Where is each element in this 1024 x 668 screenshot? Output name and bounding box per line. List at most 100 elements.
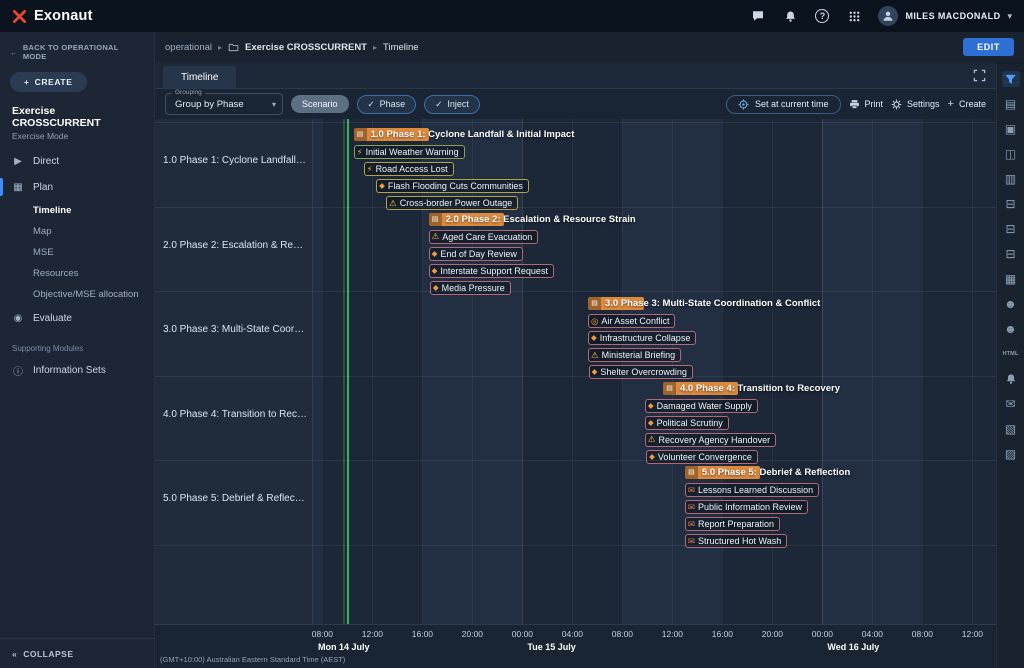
inject-chip[interactable]: ◆Political Scrutiny (645, 416, 729, 430)
set-at-current-time-button[interactable]: Set at current time (726, 95, 841, 114)
phase-bar[interactable]: ▤1.0 Phase 1: Cyclone Landfall & Initial… (354, 128, 429, 141)
row-label: 5.0 Phase 5: Debrief & Reflection (163, 493, 307, 504)
inject-chip[interactable]: ◆Media Pressure (430, 281, 511, 295)
sidebar-subitem-mse[interactable]: MSE (0, 242, 154, 263)
bell-icon[interactable] (1002, 371, 1020, 387)
create-inject-button[interactable]: + Create (948, 99, 986, 110)
filter-icon[interactable] (1002, 71, 1020, 87)
phase-bar[interactable]: ▤2.0 Phase 2: Escalation & Resource Stra… (429, 213, 504, 226)
inject-chip[interactable]: ✉Lessons Learned Discussion (685, 483, 819, 497)
inject-chip[interactable]: ⚠Cross-border Power Outage (386, 196, 518, 210)
inject-chip[interactable]: ◆Volunteer Convergence (646, 450, 758, 464)
inject-chip[interactable]: ◆Flash Flooding Cuts Communities (376, 179, 529, 193)
axis-tick-label: 04:00 (562, 629, 583, 639)
tab-timeline[interactable]: Timeline (163, 66, 236, 88)
sidebar-subitem-objective-mse-allocation[interactable]: Objective/MSE allocation (0, 284, 154, 305)
gantt-chart-area[interactable]: ▤ 1.0 Phase 1: Cyclone Landfall & Initial… (313, 119, 996, 624)
inject-chip[interactable]: ⚡Road Access Lost (364, 162, 454, 176)
sidebar-subitem-timeline[interactable]: Timeline (0, 200, 154, 221)
axis-tick-label: 16:00 (412, 629, 433, 639)
axis-tick-label: 08:00 (912, 629, 933, 639)
breadcrumb-separator: ▸ (373, 43, 377, 52)
inject-chip[interactable]: ⚠Recovery Agency Handover (645, 433, 776, 447)
edit-button[interactable]: EDIT (963, 38, 1014, 56)
inject-chip[interactable]: ⚠Ministerial Briefing (588, 348, 681, 362)
inject-chip[interactable]: ◆Interstate Support Request (429, 264, 554, 278)
settings-button[interactable]: Settings (891, 99, 940, 110)
warning-icon: ⚠ (648, 435, 656, 444)
chevron-down-icon: ▾ (1007, 11, 1012, 22)
avatar (878, 6, 898, 26)
time-band (922, 119, 996, 624)
clipboard-icon[interactable]: ▦ (1002, 271, 1020, 287)
user-menu[interactable]: MILES MACDONALD ▾ (878, 6, 1012, 26)
image-panel-icon[interactable]: ▣ (1002, 121, 1020, 137)
back-to-operational-link[interactable]: ← BACK TO OPERATIONAL MODE (0, 32, 154, 63)
chat-icon[interactable] (750, 8, 766, 24)
inject-label: Political Scrutiny (657, 418, 723, 428)
topbar-actions: ? MILES MACDONALD ▾ (750, 6, 1012, 26)
inject-chip[interactable]: ⚡Initial Weather Warning (354, 145, 465, 159)
grouping-select[interactable]: Grouping Group by Phase ▾ (165, 93, 283, 115)
exercise-name: Exercise CROSSCURRENT (0, 96, 154, 129)
create-button[interactable]: + CREATE (10, 72, 87, 92)
sidebar-subitem-resources[interactable]: Resources (0, 263, 154, 284)
sidebar-item-direct[interactable]: ▶ Direct (0, 148, 154, 174)
collapse-sidebar-button[interactable]: « COLLAPSE (0, 638, 154, 668)
axis-day-label: Tue 15 July (527, 642, 575, 652)
mail-icon: ✉ (688, 503, 695, 512)
help-icon[interactable]: ? (814, 8, 830, 24)
topbar: Exonaut ? MILES MACDONALD ▾ (0, 0, 1024, 32)
archive-icon-3[interactable]: ⊟ (1002, 246, 1020, 262)
inject-chip[interactable]: ◆Infrastructure Collapse (588, 331, 696, 345)
document-icon[interactable]: ▤ (1002, 96, 1020, 112)
phase-bar-icon: ▤ (685, 466, 698, 479)
users-icon-1[interactable]: ☻ (1002, 296, 1020, 312)
filter-chip-scenario[interactable]: Scenario (291, 95, 349, 113)
phase-bar[interactable]: ▤3.0 Phase 3: Multi-State Coordination &… (588, 297, 644, 310)
phase-bar-label: 1.0 Phase 1: Cyclone Landfall & Initial … (371, 128, 575, 141)
inject-label: Lessons Learned Discussion (698, 485, 813, 495)
inject-chip[interactable]: ◆Damaged Water Supply (645, 399, 758, 413)
inject-chip[interactable]: ✉Public Information Review (685, 500, 808, 514)
html-icon[interactable]: HTML (1002, 346, 1020, 362)
archive-icon-2[interactable]: ⊟ (1002, 221, 1020, 237)
print-button[interactable]: Print (849, 99, 884, 110)
card-icon[interactable]: ▥ (1002, 171, 1020, 187)
inject-chip[interactable]: ⚠Aged Care Evacuation (429, 230, 539, 244)
bolt-icon: ⚡ (367, 165, 373, 174)
breadcrumb-root[interactable]: operational (165, 42, 212, 53)
axis-tick-label: 04:00 (862, 629, 883, 639)
diamond-icon: ◆ (648, 419, 654, 427)
breadcrumb-exercise[interactable]: Exercise CROSSCURRENT (245, 42, 367, 53)
bolt-icon: ⚡ (357, 148, 363, 157)
phase-bar[interactable]: ▤5.0 Phase 5: Debrief & Reflection (685, 466, 760, 479)
filter-chip-inject[interactable]: ✓ Inject (424, 95, 480, 114)
layout-icon[interactable]: ◫ (1002, 146, 1020, 162)
inject-chip[interactable]: ◎Air Asset Conflict (588, 314, 675, 328)
book-icon[interactable]: ▨ (1002, 446, 1020, 462)
fullscreen-icon[interactable] (973, 69, 986, 82)
inject-chip[interactable]: ✉Structured Hot Wash (685, 534, 787, 548)
filter-chip-phase[interactable]: ✓ Phase (357, 95, 417, 114)
apps-grid-icon[interactable] (846, 8, 862, 24)
sidebar-subitem-map[interactable]: Map (0, 221, 154, 242)
right-tool-rail: ▤ ▣ ◫ ▥ ⊟ ⊟ ⊟ ▦ ☻ ☻ HTML ✉ ▧ ▨ (996, 64, 1024, 668)
mail-icon[interactable]: ✉ (1002, 396, 1020, 412)
breadcrumb-page: Timeline (383, 42, 419, 53)
phase-bar[interactable]: ▤4.0 Phase 4: Transition to Recovery (663, 382, 738, 395)
chart-icon[interactable]: ▧ (1002, 421, 1020, 437)
users-icon-2[interactable]: ☻ (1002, 321, 1020, 337)
sidebar-item-evaluate[interactable]: ◉ Evaluate (0, 305, 154, 331)
phase-bar-label: 5.0 Phase 5: Debrief & Reflection (702, 466, 850, 479)
axis-tick-label: 20:00 (762, 629, 783, 639)
inject-chip[interactable]: ✉Report Preparation (685, 517, 780, 531)
inject-chip[interactable]: ◆End of Day Review (429, 247, 523, 261)
archive-icon-1[interactable]: ⊟ (1002, 196, 1020, 212)
sidebar-item-information-sets[interactable]: ⓘ Information Sets (0, 357, 154, 383)
bell-icon[interactable] (782, 8, 798, 24)
mail-icon: ✉ (688, 520, 695, 529)
inject-chip[interactable]: ◆Shelter Overcrowding (589, 365, 693, 379)
phase-bar-label: 2.0 Phase 2: Escalation & Resource Strai… (446, 213, 636, 226)
sidebar-item-plan[interactable]: ▦ Plan (0, 174, 154, 200)
